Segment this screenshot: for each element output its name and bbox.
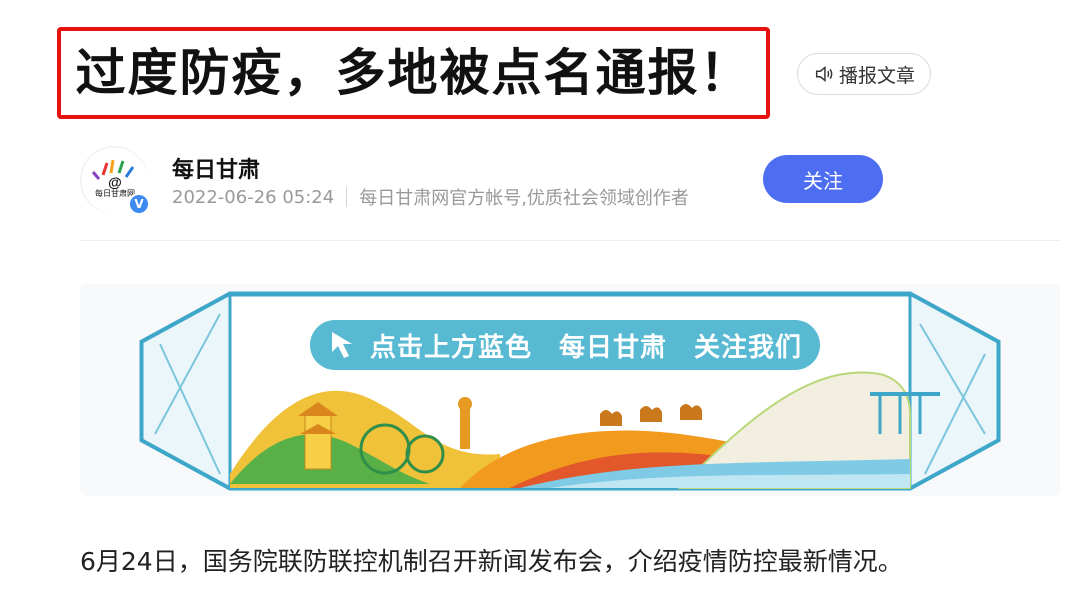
title-highlight-box: 过度防疫，多地被点名通报！ <box>57 27 770 119</box>
avatar-text: 每日甘肃网 <box>95 188 135 198</box>
article-paragraph: 6月24日，国务院联防联控机制召开新闻发布会，介绍疫情防控最新情况。 <box>80 547 903 576</box>
follow-button[interactable]: 关注 <box>763 155 883 203</box>
svg-text:@: @ <box>108 174 122 190</box>
header-divider <box>80 240 1060 241</box>
banner-follow-prompt[interactable]: 点击上方蓝色 每日甘肃 关注我们 <box>310 320 820 370</box>
publish-date: 2022-06-26 05:24 <box>172 186 335 208</box>
promo-banner[interactable] <box>80 284 1060 496</box>
author-meta: 2022-06-26 05:24 每日甘肃网官方帐号,优质社会领域创作者 <box>172 184 689 210</box>
read-aloud-label: 播报文章 <box>838 64 915 87</box>
pointer-arrow-icon <box>331 332 352 358</box>
author-description: 每日甘肃网官方帐号,优质社会领域创作者 <box>359 188 689 209</box>
meta-divider <box>346 187 348 207</box>
speaker-icon <box>815 66 833 82</box>
author-name[interactable]: 每日甘肃 <box>172 152 260 184</box>
verified-badge-icon: V <box>128 193 150 215</box>
banner-pill-text: 点击上方蓝色 每日甘肃 关注我们 <box>369 332 802 363</box>
article-title: 过度防疫，多地被点名通报！ <box>75 44 752 102</box>
banner-illustration <box>139 291 1001 491</box>
read-aloud-button[interactable]: 播报文章 <box>797 53 931 95</box>
